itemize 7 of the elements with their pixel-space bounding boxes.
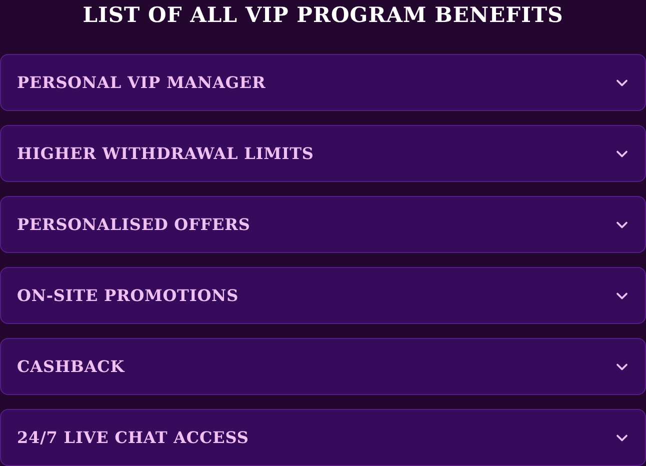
- accordion-item[interactable]: ON-SITE PROMOTIONS: [0, 267, 646, 324]
- accordion-item[interactable]: PERSONAL VIP MANAGER: [0, 54, 646, 111]
- accordion-item[interactable]: CASHBACK: [0, 338, 646, 395]
- accordion-item[interactable]: PERSONALISED OFFERS: [0, 196, 646, 253]
- page-title: LIST OF ALL VIP PROGRAM BENEFITS: [82, 1, 564, 29]
- accordion-item[interactable]: 24/7 LIVE CHAT ACCESS: [0, 409, 646, 466]
- accordion-item[interactable]: HIGHER WITHDRAWAL LIMITS: [0, 125, 646, 182]
